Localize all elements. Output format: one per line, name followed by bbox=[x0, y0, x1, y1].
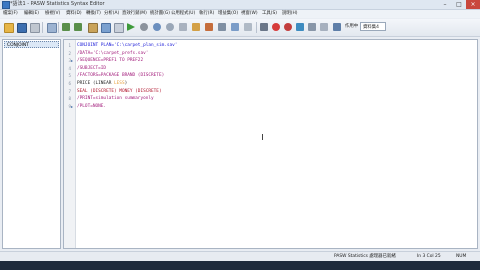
num-lock-indicator: NUM bbox=[456, 254, 467, 259]
command-span-marker[interactable]: ▸ bbox=[71, 58, 75, 64]
line-number: 6 bbox=[68, 81, 71, 86]
spss-syntax-window: *語法1 - PASW Statistics Syntax Editor – □… bbox=[0, 0, 480, 270]
menu-utilities[interactable]: 公用程式(U) bbox=[171, 10, 195, 18]
syntax-line[interactable]: /PRINT=simulation summaryonly bbox=[77, 96, 154, 102]
menu-analyze[interactable]: 分析(A) bbox=[104, 10, 119, 18]
menu-edit[interactable]: 編輯(E) bbox=[24, 10, 39, 18]
line-number: 7 bbox=[68, 88, 71, 94]
toolbar: 作用中 資料集4 bbox=[0, 19, 480, 37]
toolbar-separator bbox=[58, 22, 59, 33]
line-gutter: 1 2 3 ▸ 4 5 6 7 8 9 ▸ bbox=[64, 40, 76, 248]
script-icon[interactable] bbox=[205, 23, 213, 31]
open-folder-icon[interactable] bbox=[4, 23, 14, 33]
comment-icon[interactable] bbox=[308, 23, 316, 31]
close-button[interactable]: × bbox=[466, 0, 480, 9]
active-dataset-label: 作用中 bbox=[345, 24, 359, 29]
menu-tools[interactable]: 工具(S) bbox=[262, 10, 277, 18]
validate-icon[interactable] bbox=[231, 23, 239, 31]
syntax-token: ) bbox=[124, 81, 128, 86]
menu-addons[interactable]: 增益集(O) bbox=[218, 10, 238, 18]
menu-data[interactable]: 資料(D) bbox=[66, 10, 82, 18]
redo-icon[interactable] bbox=[74, 23, 82, 31]
menu-view[interactable]: 檢視(V) bbox=[45, 10, 60, 18]
syntax-line[interactable]: CONJOINT PLAN='C:\carpet_plan_sim.sav' bbox=[77, 43, 177, 49]
syntax-token: /SEQUENCE=PREF1 TO PREF22 bbox=[77, 58, 144, 64]
syntax-line[interactable]: /FACTORS=PACKAGE BRAND (DISCRETE) bbox=[77, 73, 164, 79]
cursor-position: In 3 Col 25 bbox=[417, 254, 441, 259]
app-icon bbox=[2, 1, 10, 9]
menu-run[interactable]: 執行(R) bbox=[199, 10, 214, 18]
processor-status: PASW Statistics 處理器已就緒 bbox=[334, 254, 396, 259]
syntax-help-icon[interactable] bbox=[218, 23, 226, 31]
variables-icon[interactable] bbox=[114, 23, 124, 33]
menu-bar: 檔案(F) 編輯(E) 檢視(V) 資料(D) 轉換(T) 分析(A) 直效行銷… bbox=[0, 10, 480, 18]
menu-graphs[interactable]: 統計圖(G) bbox=[150, 10, 170, 18]
minimize-button[interactable]: – bbox=[438, 0, 452, 9]
outdent-icon[interactable] bbox=[333, 23, 341, 31]
maximize-button[interactable]: □ bbox=[452, 0, 466, 9]
syntax-line[interactable]: /SEQUENCE=PREF1 TO PREF22 bbox=[77, 58, 143, 64]
syntax-token: LESS bbox=[114, 81, 125, 86]
syntax-navigator: CONJOINT bbox=[2, 39, 61, 249]
syntax-token: /FACTORS=PACKAGE BRAND (DISCRETE) bbox=[77, 73, 165, 79]
bookmark-icon[interactable] bbox=[296, 23, 304, 31]
syntax-line[interactable]: SEAL (DISCRETE) MONEY (DISCRETE) bbox=[77, 89, 162, 95]
window-title: *語法1 - PASW Statistics Syntax Editor bbox=[10, 1, 105, 7]
print-icon[interactable] bbox=[30, 23, 40, 33]
save-icon[interactable] bbox=[17, 23, 27, 33]
syntax-token: /SUBJECT=ID bbox=[77, 65, 107, 71]
syntax-editor[interactable]: 1 2 3 ▸ 4 5 6 7 8 9 ▸ CONJOINT PLAN='C:\carpet_pla… bbox=[63, 39, 478, 249]
indent-icon[interactable] bbox=[320, 23, 328, 31]
syntax-line[interactable]: /DATA='C:\carpet_prefs.sav' bbox=[77, 51, 148, 57]
taskbar bbox=[0, 261, 480, 270]
syntax-line[interactable]: /SUBJECT=ID bbox=[77, 66, 106, 72]
menu-window[interactable]: 視窗(W) bbox=[241, 10, 258, 18]
goto-case-icon[interactable] bbox=[88, 23, 98, 33]
syntax-token: CONJOINT PLAN='C:\carpet_plan_sim.sav' bbox=[77, 43, 178, 48]
zoom-icon[interactable] bbox=[166, 23, 174, 31]
navigator-item-conjoint[interactable]: CONJOINT bbox=[4, 41, 59, 48]
recall-dialog-icon[interactable] bbox=[47, 23, 57, 33]
use-sets-icon[interactable] bbox=[192, 23, 200, 31]
command-span-marker[interactable]: ▸ bbox=[71, 104, 75, 110]
goto-variable-icon[interactable] bbox=[101, 23, 111, 33]
undo-icon[interactable] bbox=[62, 23, 70, 31]
run-selection-icon[interactable] bbox=[127, 23, 135, 31]
mouse-cursor bbox=[262, 134, 263, 140]
menu-file[interactable]: 檔案(F) bbox=[3, 10, 18, 18]
stop-icon[interactable] bbox=[140, 23, 148, 31]
line-number: 8 bbox=[68, 96, 71, 102]
line-number: 1 bbox=[68, 43, 71, 48]
syntax-token: SEAL (DISCRETE) MONEY (DISCRETE) bbox=[77, 88, 162, 94]
syntax-token: /PRINT=simulation summaryonly bbox=[77, 96, 154, 102]
active-dataset-select[interactable]: 資料集4 bbox=[360, 22, 386, 31]
breakpoint-icon[interactable] bbox=[272, 23, 280, 31]
syntax-token: PRICE (LINEAR bbox=[77, 81, 115, 86]
menu-direct-marketing[interactable]: 直效行銷(M) bbox=[122, 10, 147, 18]
clear-breakpoints-icon[interactable] bbox=[284, 23, 292, 31]
step-icon[interactable] bbox=[260, 23, 268, 31]
toolbar-separator bbox=[256, 22, 257, 33]
syntax-token: /PLOT=NONE. bbox=[77, 103, 107, 109]
toolbar-separator bbox=[42, 22, 43, 33]
value-labels-icon[interactable] bbox=[179, 23, 187, 31]
find-icon[interactable] bbox=[153, 23, 161, 31]
syntax-token: /DATA='C:\carpet_prefs.sav' bbox=[77, 50, 149, 56]
line-number: 2 bbox=[68, 50, 71, 56]
line-number: 4 bbox=[68, 65, 71, 71]
menu-help[interactable]: 說明(H) bbox=[282, 10, 298, 18]
menu-transform[interactable]: 轉換(T) bbox=[86, 10, 101, 18]
gutter-toggle-icon[interactable] bbox=[244, 23, 252, 31]
title-bar: *語法1 - PASW Statistics Syntax Editor – □… bbox=[0, 0, 480, 10]
syntax-line[interactable]: PRICE (LINEAR LESS) bbox=[77, 81, 127, 87]
status-bar: PASW Statistics 處理器已就緒 In 3 Col 25 NUM bbox=[0, 251, 480, 261]
syntax-line[interactable]: /PLOT=NONE. bbox=[77, 104, 106, 110]
line-number: 5 bbox=[68, 73, 71, 79]
